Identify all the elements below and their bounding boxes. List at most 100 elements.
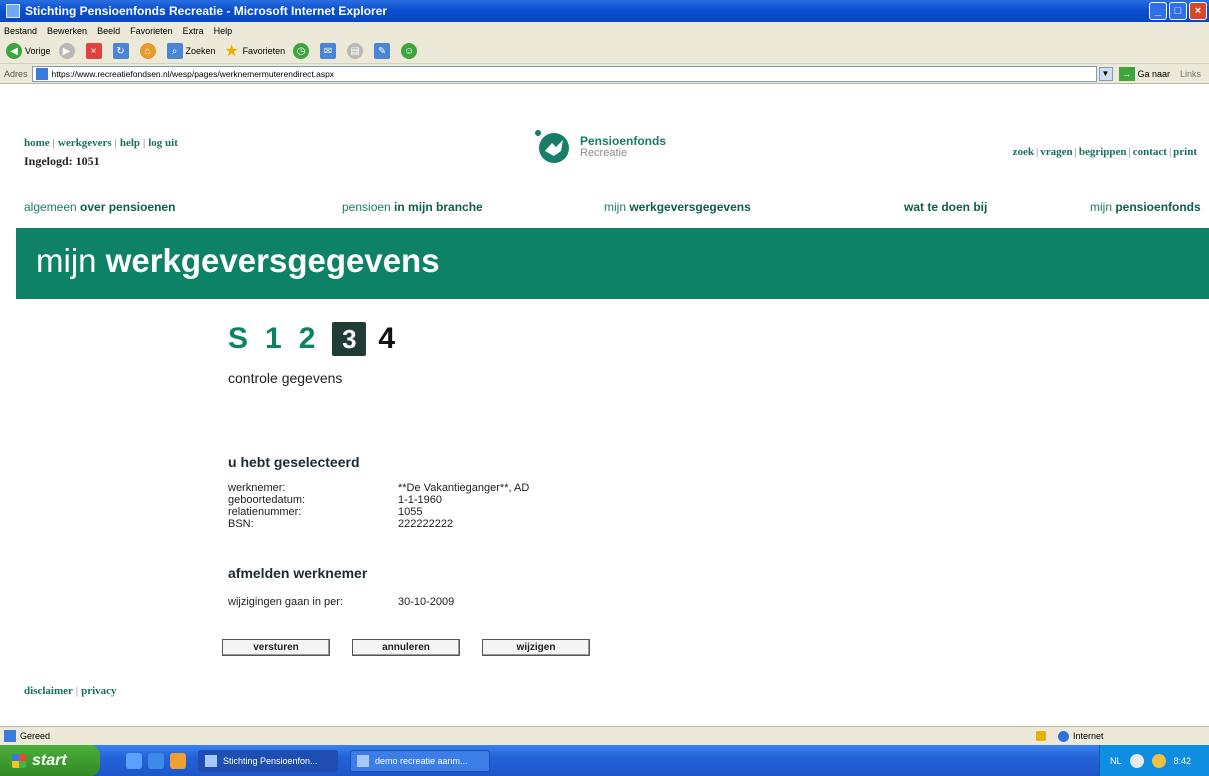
close-button[interactable]: × [1189,2,1207,20]
maximize-button[interactable]: □ [1169,2,1187,20]
step-indicator: S 1 2 3 4 [228,322,412,356]
print-icon: ▤ [347,43,364,59]
back-arrow-icon: ◀ [6,43,22,59]
favorites-button[interactable]: ★ Favorieten [224,43,286,60]
document-task-icon [357,754,369,767]
link-werkgevers[interactable]: werkgevers [58,137,112,149]
home-icon: ⌂ [139,43,156,59]
tray-network-icon[interactable] [1129,753,1144,768]
nav-werkgeversgegevens[interactable]: mijn werkgeversgegevens [604,200,751,214]
step-2[interactable]: 2 [299,322,316,356]
site-logo[interactable]: Pensioenfonds Recreatie [534,129,666,165]
nav-pensioenfonds[interactable]: mijn pensioenfonds [1090,200,1201,214]
stop-button[interactable]: × [85,43,105,59]
ie-app-icon [6,4,20,18]
detail-row-geboortedatum: geboortedatum: 1-1-1960 [228,494,443,506]
start-label: start [32,751,67,769]
link-print[interactable]: print [1173,146,1197,158]
page-icon [35,67,48,80]
back-label: Vorige [25,46,51,56]
link-logout[interactable]: log uit [148,137,178,149]
mail-icon: ✉ [320,43,337,59]
page-title: mijn werkgeversgegevens [36,242,440,279]
favorites-label: Favorieten [242,46,286,56]
system-tray: NL 8:42 [1099,745,1209,776]
menu-item-help[interactable]: Help [214,26,233,36]
nav-wat-te-doen-bij[interactable]: wat te doen bij [904,200,987,214]
search-label: Zoeken [185,46,216,56]
web-page: home | werkgevers | help | log uit Ingelogd: 1… [0,84,1209,724]
internet-globe-icon [1058,730,1069,742]
link-help[interactable]: help [120,137,140,149]
address-url: https://www.recreatiefondsen.nl/wesp/pag… [51,68,335,79]
quicklaunch-ie-icon[interactable] [148,752,164,769]
search-button[interactable]: ⌕ Zoeken [166,43,216,59]
address-input[interactable]: https://www.recreatiefondsen.nl/wesp/pag… [31,65,1097,82]
logo-title: Pensioenfonds [580,134,667,148]
task-label-ie: Stichting Pensioenfon... [223,755,318,766]
link-contact[interactable]: contact [1133,146,1167,158]
go-button[interactable]: → Ga naar [1118,66,1170,81]
ie-task-icon [205,754,217,767]
menu-bar: Bestand Bewerken Beeld Favorieten Extra … [0,22,1209,39]
history-button[interactable]: ◷ [293,43,312,59]
home-button[interactable]: ⌂ [139,43,159,59]
link-begrippen[interactable]: begrippen [1079,146,1127,158]
start-button[interactable]: start [0,745,100,776]
quicklaunch-media-icon[interactable] [170,752,186,769]
window-controls: _ □ × [1149,2,1207,20]
links-toolbar[interactable]: Links [1180,69,1201,79]
task-label-demo: demo recreatie aanm... [375,755,468,766]
menu-item-beeld[interactable]: Beeld [97,26,120,36]
top-links: home | werkgevers | help | log uit [24,137,178,149]
link-privacy[interactable]: privacy [81,685,116,697]
link-zoek[interactable]: zoek [1013,146,1034,158]
edit-button[interactable]: ✎ [374,43,393,59]
window-titlebar: Stichting Pensioenfonds Recreatie - Micr… [0,0,1209,22]
refresh-icon: ↻ [112,43,129,59]
security-zone[interactable]: Internet [1036,730,1104,742]
menu-item-favorieten[interactable]: Favorieten [130,26,173,36]
detail-row-werknemer: werknemer: **De Vakantieganger**, AD [228,482,530,494]
link-disclaimer[interactable]: disclaimer [24,685,73,697]
link-home[interactable]: home [24,137,50,149]
mail-button[interactable]: ✉ [320,43,339,59]
messenger-button[interactable]: ☺ [401,43,420,59]
forward-button[interactable]: ▶ [58,43,78,59]
step-1[interactable]: 1 [265,322,282,356]
search-icon: ⌕ [166,43,183,59]
annuleren-button[interactable]: annuleren [352,639,460,656]
page-banner: mijn werkgeversgegevens [16,228,1209,299]
step-s[interactable]: S [228,322,248,356]
menu-item-bewerken[interactable]: Bewerken [47,26,87,36]
window-title: Stichting Pensioenfonds Recreatie - Micr… [25,4,388,18]
quicklaunch-desktop-icon[interactable] [126,752,142,769]
address-dropdown-icon[interactable]: ▼ [1098,66,1113,81]
nav-over-pensioenen[interactable]: algemeen over pensioenen [24,200,175,214]
menu-item-extra[interactable]: Extra [183,26,204,36]
versturen-button[interactable]: versturen [222,639,330,656]
taskbar-item-demo[interactable]: demo recreatie aanm... [350,749,490,772]
minimize-button[interactable]: _ [1149,2,1167,20]
deregister-heading: afmelden werknemer [228,565,368,581]
address-bar: Adres https://www.recreatiefondsen.nl/we… [0,64,1209,84]
wijzigen-button[interactable]: wijzigen [482,639,590,656]
refresh-button[interactable]: ↻ [112,43,132,59]
detail-row-relatienummer: relatienummer: 1055 [228,506,423,518]
language-indicator[interactable]: NL [1110,756,1122,766]
address-label: Adres [4,68,28,79]
menu-item-bestand[interactable]: Bestand [4,26,37,36]
selection-heading: u hebt geselecteerd [228,454,360,470]
link-vragen[interactable]: vragen [1040,146,1072,158]
back-button[interactable]: ◀ Vorige [6,43,51,59]
status-text: Gereed [20,731,51,741]
logged-in-status: Ingelogd: 1051 [24,154,100,168]
step-3-active: 3 [332,322,367,356]
history-icon: ◷ [293,43,310,59]
taskbar-item-ie[interactable]: Stichting Pensioenfon... [198,749,338,772]
edit-icon: ✎ [374,43,391,59]
nav-in-mijn-branche[interactable]: pensioen in mijn branche [342,200,483,214]
tray-security-icon[interactable] [1151,753,1166,768]
print-button[interactable]: ▤ [347,43,366,59]
main-nav: algemeen over pensioenen pensioen in mij… [0,200,1209,216]
